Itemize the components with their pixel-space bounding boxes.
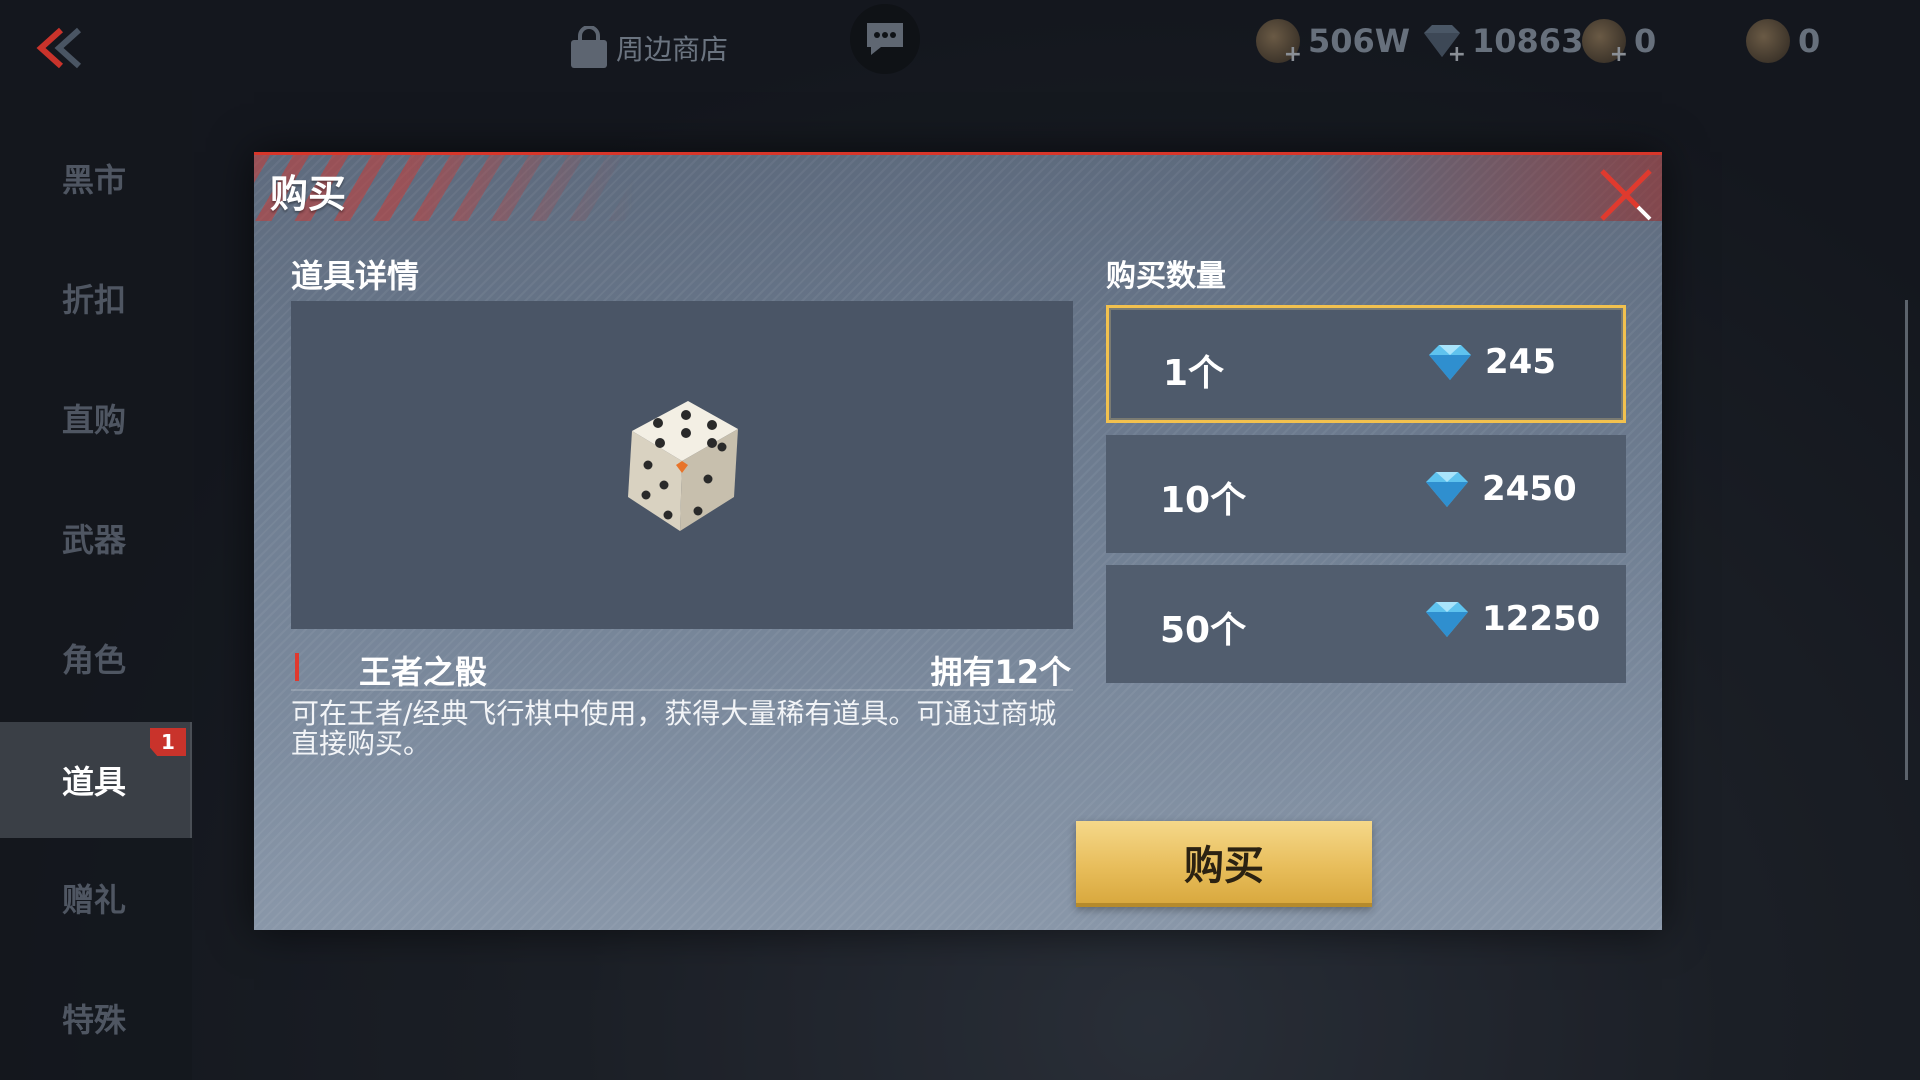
sidebar-item-direct-buy[interactable]: 直购 (0, 360, 192, 476)
cf-point-icon: + (1582, 19, 1628, 67)
item-preview (291, 301, 1073, 629)
game-shop-screen: 周边商店 + 506W + 10863 + 0 0 黑市 折扣 直购 武器 角色… (0, 0, 1920, 1080)
price: 12250 (1422, 599, 1600, 639)
quantity-option-1[interactable]: 1个 245 (1106, 305, 1626, 423)
price: 2450 (1422, 469, 1577, 509)
dialog-title: 购买 (270, 172, 347, 216)
buy-button[interactable]: 购买 (1076, 821, 1372, 907)
double-chevron-left-icon (36, 27, 82, 69)
diamond-currency[interactable]: + 10863 (1420, 18, 1584, 67)
quantity-heading: 购买数量 (1106, 259, 1226, 294)
cf-coin-icon (1746, 19, 1790, 63)
sidebar-item-label: 道具 (62, 763, 127, 801)
item-name-row: 王者之骰 拥有12个 (291, 645, 1073, 691)
sidebar-item-label: 直购 (62, 401, 127, 439)
dice-icon (628, 401, 738, 531)
dialog-header: 购买 (254, 155, 1662, 221)
category-sidebar: 黑市 折扣 直购 武器 角色 道具 1 赠礼 特殊 (0, 90, 192, 1080)
quantity-option-50[interactable]: 50个 12250 (1106, 565, 1626, 683)
price-value: 12250 (1482, 599, 1601, 639)
sidebar-item-black-market[interactable]: 黑市 (0, 120, 192, 236)
close-button[interactable] (1596, 165, 1656, 225)
diamond-icon: + (1420, 19, 1466, 67)
diamond-icon (1426, 472, 1468, 507)
price-value: 245 (1485, 342, 1556, 382)
quantity-label: 10个 (1160, 480, 1247, 521)
diamond-amount: 10863 (1472, 22, 1584, 60)
gold-amount: 506W (1308, 22, 1411, 60)
diamond-icon (1426, 602, 1468, 637)
sidebar-item-special[interactable]: 特殊 (0, 960, 192, 1076)
purchase-dialog: 购买 道具详情 购买数量 王者之骰 拥有12个 可在王者/经典飞行棋中使用，获得… (254, 152, 1662, 930)
cf-point-currency[interactable]: + 0 (1582, 18, 1657, 67)
sidebar-item-characters[interactable]: 角色 (0, 600, 192, 716)
top-bar: 周边商店 + 506W + 10863 + 0 0 (0, 0, 1920, 90)
chat-bubble-icon (867, 23, 903, 55)
item-description: 可在王者/经典飞行棋中使用，获得大量稀有道具。可通过商城直接购买。 (291, 697, 1057, 760)
sidebar-item-weapons[interactable]: 武器 (0, 480, 192, 596)
merch-shop-label: 周边商店 (616, 33, 729, 66)
cf-coin-currency[interactable]: 0 (1746, 18, 1820, 64)
price: 245 (1425, 342, 1556, 382)
quantity-option-10[interactable]: 10个 2450 (1106, 435, 1626, 553)
merch-shop-link[interactable]: 周边商店 (568, 24, 728, 72)
gold-currency[interactable]: + 506W (1256, 18, 1411, 67)
quantity-label: 50个 (1160, 610, 1247, 651)
sidebar-item-discount[interactable]: 折扣 (0, 240, 192, 356)
scrollbar[interactable] (1905, 300, 1908, 780)
sidebar-item-label: 武器 (62, 521, 127, 559)
cf-coin-amount: 0 (1798, 22, 1821, 60)
close-icon (1600, 169, 1652, 221)
price-value: 2450 (1482, 469, 1577, 509)
sidebar-item-items[interactable]: 道具 1 (0, 722, 192, 838)
back-button[interactable] (26, 18, 96, 78)
chat-button[interactable] (850, 4, 920, 74)
item-details-heading: 道具详情 (291, 257, 420, 295)
cf-point-amount: 0 (1634, 22, 1657, 60)
sidebar-item-label: 角色 (62, 641, 127, 679)
sidebar-item-label: 赠礼 (62, 881, 127, 919)
sidebar-item-label: 特殊 (62, 1001, 127, 1039)
sidebar-item-label: 折扣 (62, 281, 127, 319)
item-name: 王者之骰 (359, 653, 488, 691)
notification-badge: 1 (150, 728, 186, 756)
name-accent-bar (295, 653, 299, 681)
diamond-icon (1429, 345, 1471, 380)
shopping-bag-icon (571, 26, 607, 68)
quantity-label: 1个 (1163, 353, 1225, 394)
item-owned-count: 拥有12个 (930, 653, 1071, 691)
gold-coin-icon: + (1256, 19, 1302, 67)
sidebar-item-label: 黑市 (62, 161, 127, 199)
sidebar-item-gifts[interactable]: 赠礼 (0, 840, 192, 956)
